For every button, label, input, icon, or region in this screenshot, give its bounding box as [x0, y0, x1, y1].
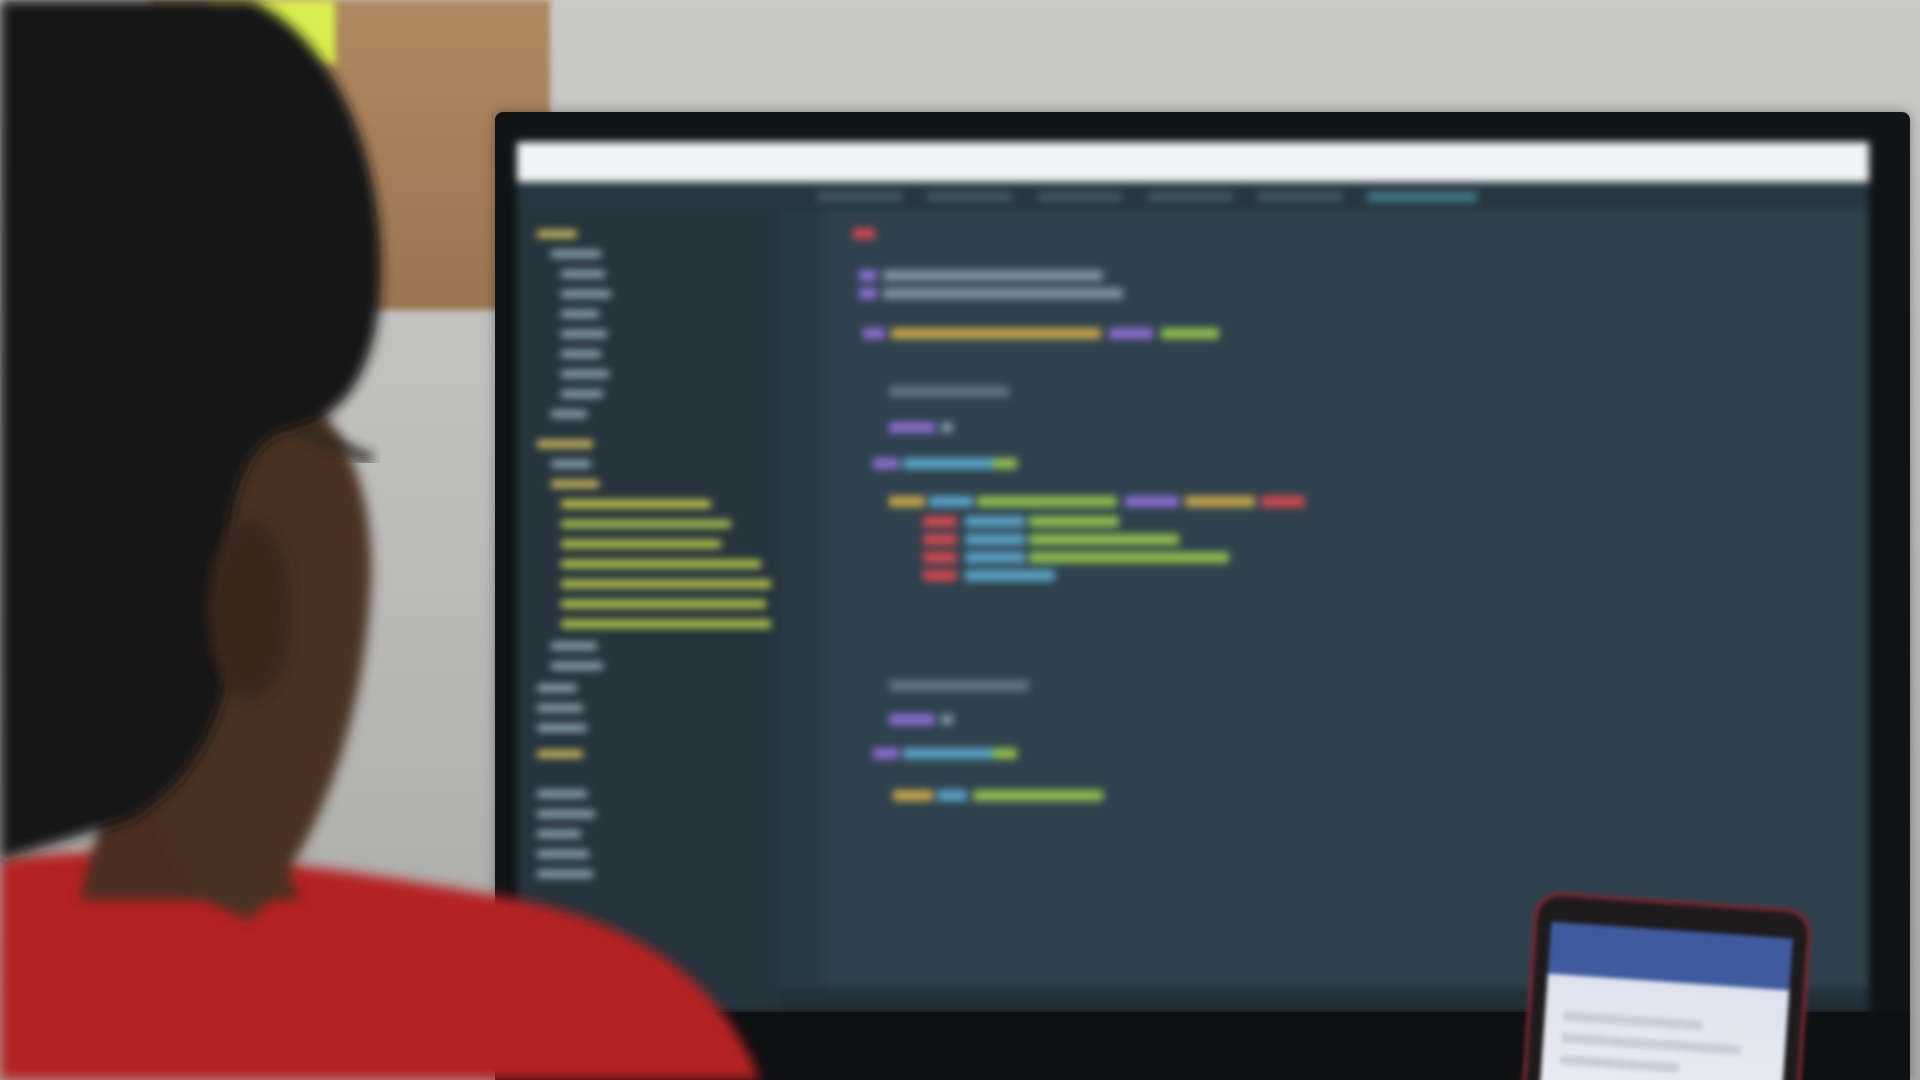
code-comment	[883, 288, 1123, 299]
code-token	[873, 748, 899, 759]
file-tree-item[interactable]	[561, 310, 599, 318]
code-token	[893, 790, 933, 801]
phone-content-line	[1562, 1010, 1703, 1031]
code-token	[863, 328, 885, 339]
file-tree-item[interactable]	[537, 830, 581, 838]
editor-tab[interactable]	[927, 192, 1013, 202]
file-tree-item[interactable]	[551, 250, 601, 258]
code-token	[923, 534, 957, 545]
file-tree-item[interactable]	[561, 270, 605, 278]
code-token	[889, 422, 935, 433]
code-token	[977, 496, 1117, 507]
code-token	[853, 228, 875, 239]
code-token	[903, 748, 993, 759]
file-tree-item[interactable]	[537, 790, 587, 798]
code-token	[1109, 328, 1153, 339]
file-tree-item[interactable]	[537, 870, 593, 878]
code-token	[1261, 496, 1305, 507]
sticky-note	[210, 0, 335, 65]
editor-tab-bar	[517, 182, 1869, 210]
code-token	[873, 458, 899, 469]
file-tree-item[interactable]	[537, 684, 577, 692]
file-tree-item[interactable]	[561, 560, 761, 568]
editor-tab[interactable]	[1257, 192, 1343, 202]
file-tree-item[interactable]	[561, 290, 611, 298]
editor-tab-active[interactable]	[1367, 192, 1477, 202]
code-token	[965, 552, 1025, 563]
code-token	[889, 714, 935, 725]
code-token	[965, 516, 1025, 527]
code-token	[889, 496, 925, 507]
code-token	[859, 288, 877, 299]
file-tree-item[interactable]	[537, 230, 577, 238]
file-tree-item[interactable]	[561, 540, 721, 548]
file-tree-item[interactable]	[561, 390, 603, 398]
monitor-screen	[517, 142, 1869, 1012]
code-token	[965, 534, 1025, 545]
file-tree-item[interactable]	[537, 724, 587, 732]
code-token	[859, 270, 877, 281]
window-title-bar	[517, 142, 1869, 182]
code-token	[1125, 496, 1179, 507]
file-tree-item[interactable]	[561, 500, 711, 508]
file-tree-item[interactable]	[551, 410, 587, 418]
editor-tab[interactable]	[1147, 192, 1233, 202]
file-tree-item[interactable]	[561, 330, 607, 338]
file-tree-item[interactable]	[537, 704, 583, 712]
smartphone-screen	[1539, 921, 1793, 1080]
code-token	[1029, 552, 1229, 563]
code-token	[965, 570, 1055, 581]
file-tree-item[interactable]	[561, 350, 601, 358]
code-token	[1029, 534, 1179, 545]
phone-content-line	[1561, 1032, 1742, 1056]
code-token	[941, 714, 953, 725]
phone-content-line	[1559, 1054, 1680, 1074]
file-tree-item[interactable]	[537, 810, 595, 818]
code-token	[941, 422, 953, 433]
code-comment	[883, 270, 1103, 281]
file-tree-item[interactable]	[561, 520, 731, 528]
code-token	[1029, 516, 1119, 527]
code-token	[993, 458, 1017, 469]
smartphone	[1521, 890, 1813, 1080]
editor-tab[interactable]	[817, 192, 903, 202]
editor-tab[interactable]	[1037, 192, 1123, 202]
code-token	[891, 328, 1101, 339]
file-tree-item[interactable]	[551, 642, 597, 650]
file-tree-item[interactable]	[551, 662, 603, 670]
file-tree-item[interactable]	[537, 440, 593, 448]
line-gutter	[779, 210, 825, 1012]
code-token	[993, 748, 1017, 759]
code-token	[1161, 328, 1219, 339]
code-token	[903, 458, 993, 469]
file-tree-item[interactable]	[537, 850, 589, 858]
code-token	[1185, 496, 1255, 507]
file-tree-item[interactable]	[551, 460, 591, 468]
code-comment	[889, 386, 1009, 397]
file-tree-item[interactable]	[561, 370, 609, 378]
file-tree-item[interactable]	[551, 480, 599, 488]
code-comment	[889, 680, 1029, 691]
code-token	[923, 570, 957, 581]
code-editor[interactable]	[779, 210, 1869, 1012]
code-token	[923, 516, 957, 527]
file-tree-item[interactable]	[561, 580, 771, 588]
code-token	[923, 552, 957, 563]
file-tree-item[interactable]	[561, 600, 766, 608]
file-tree-item[interactable]	[561, 620, 771, 628]
file-tree-sidebar	[517, 210, 779, 1012]
code-token	[937, 790, 967, 801]
code-token	[929, 496, 973, 507]
code-token	[973, 790, 1103, 801]
file-tree-item[interactable]	[537, 750, 583, 758]
